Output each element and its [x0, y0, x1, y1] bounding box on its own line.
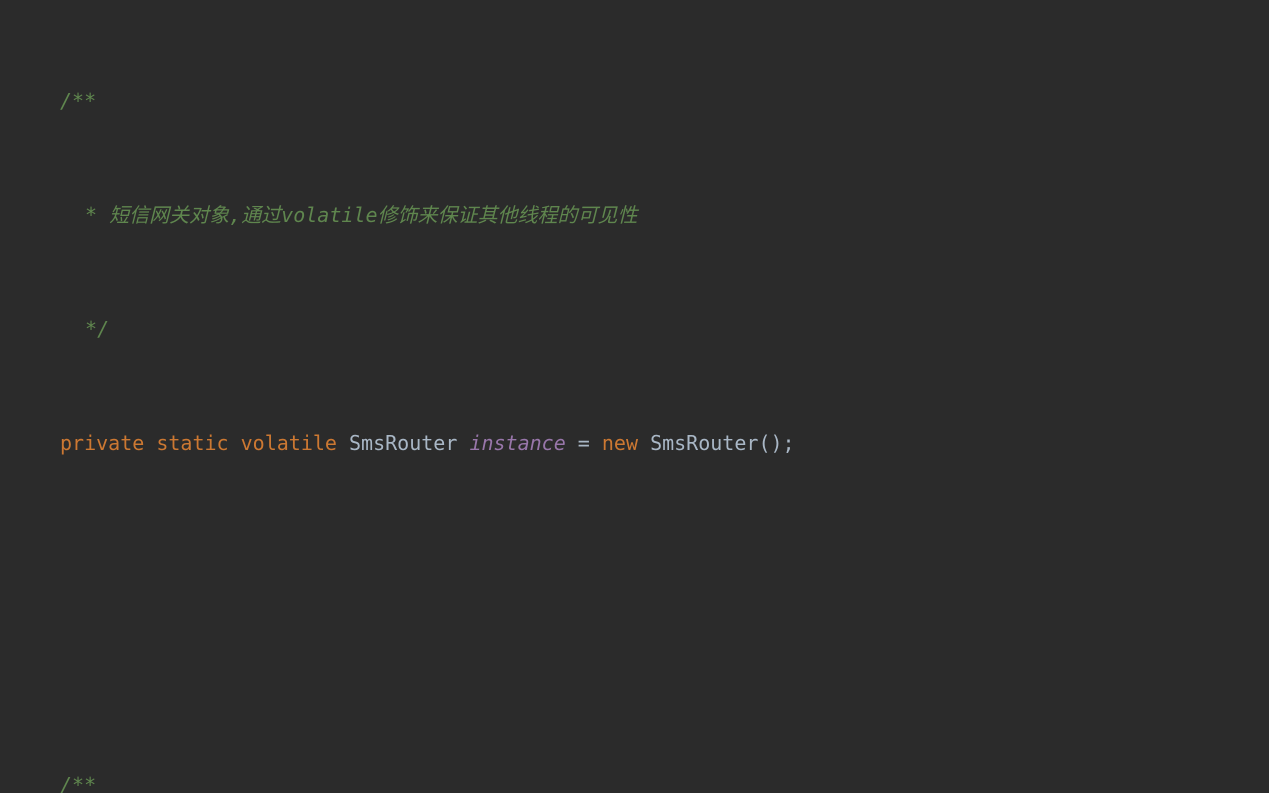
field-instance: instance [469, 431, 565, 455]
comment: /** [60, 773, 96, 793]
punct: = [566, 431, 602, 455]
comment: /** [60, 89, 96, 113]
keyword-new: new [602, 431, 638, 455]
comment: * 短信网关对象,通过volatile修饰来保证其他线程的可见性 [73, 203, 638, 227]
keyword-static: static [156, 431, 228, 455]
keyword-volatile: volatile [241, 431, 337, 455]
punct: (); [758, 431, 794, 455]
keyword-private: private [60, 431, 144, 455]
code-editor[interactable]: /** * 短信网关对象,通过volatile修饰来保证其他线程的可见性 */ … [0, 0, 1269, 793]
ctor-smsrouter: SmsRouter [650, 431, 758, 455]
type-smsrouter: SmsRouter [349, 431, 457, 455]
comment: */ [73, 317, 109, 341]
